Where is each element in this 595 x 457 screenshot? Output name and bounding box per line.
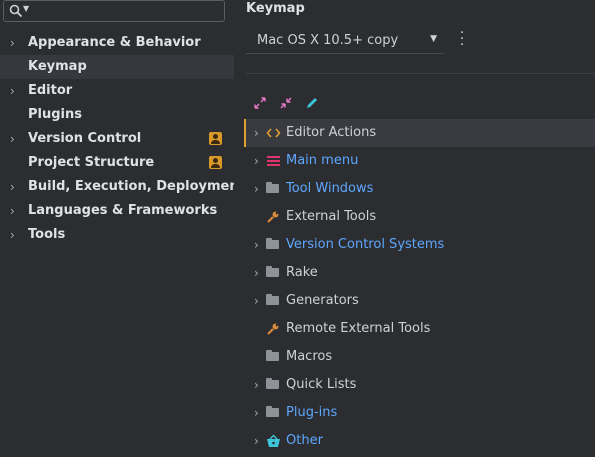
keymap-panel: Keymap Mac OS X 10.5+ copy ▼ · · · › Edito… (234, 0, 595, 457)
collapse-all-icon[interactable] (278, 95, 294, 111)
tree-row-other[interactable]: › Other (244, 427, 595, 455)
page-title: Keymap (246, 1, 305, 16)
sidebar-item-label: Plugins (28, 107, 82, 122)
expand-all-icon[interactable] (252, 95, 268, 111)
tree-row-tool-windows[interactable]: › Tool Windows (244, 175, 595, 203)
sidebar-item-label: Build, Execution, Deployment (28, 179, 245, 194)
search-options-dropdown-icon[interactable]: ▼ (23, 4, 29, 13)
tree-row-label: Tool Windows (286, 181, 374, 196)
chevron-right-icon[interactable]: › (254, 371, 259, 399)
folder-icon (266, 182, 279, 193)
tree-row-remote-external-tools[interactable]: Remote External Tools (244, 315, 595, 343)
tree-row-label: Editor Actions (286, 125, 377, 140)
tree-row-quick-lists[interactable]: › Quick Lists (244, 371, 595, 399)
basket-icon (267, 434, 280, 447)
menu-lines-icon (267, 156, 280, 166)
tree-row-rake[interactable]: › Rake (244, 259, 595, 287)
sidebar-item-build-execution-deployment[interactable]: › Build, Execution, Deployment (0, 175, 245, 199)
chevron-right-icon[interactable]: › (254, 287, 259, 315)
wrench-icon (267, 211, 279, 223)
chevron-right-icon[interactable]: › (10, 199, 15, 223)
chevron-down-icon: ▼ (430, 34, 437, 44)
tree-row-external-tools[interactable]: External Tools (244, 203, 595, 231)
tree-row-label: Remote External Tools (286, 321, 431, 336)
tree-row-label: Plug-ins (286, 405, 338, 420)
folder-icon (266, 294, 279, 305)
folder-icon (266, 266, 279, 277)
edit-shortcut-icon[interactable] (304, 95, 320, 111)
chevron-right-icon[interactable]: › (254, 147, 259, 175)
sidebar-item-tools[interactable]: › Tools (0, 223, 234, 247)
chevron-right-icon[interactable]: › (10, 31, 15, 55)
chevron-right-icon[interactable]: › (254, 427, 259, 455)
more-options-icon[interactable]: · · · (460, 27, 464, 52)
sidebar-item-editor[interactable]: › Editor (0, 79, 234, 103)
sidebar-item-languages-frameworks[interactable]: › Languages & Frameworks (0, 199, 234, 223)
wrench-icon (267, 323, 279, 335)
tree-row-label: Main menu (286, 153, 359, 168)
sidebar-item-keymap[interactable]: Keymap (0, 55, 234, 79)
tree-row-label: Macros (286, 349, 333, 364)
tree-row-label: Version Control Systems (286, 237, 445, 252)
settings-sidebar: ▼ › Appearance & Behavior Keymap › Edito… (0, 0, 245, 457)
sidebar-item-label: Editor (28, 83, 73, 98)
tree-row-version-control-systems[interactable]: › Version Control Systems (244, 231, 595, 259)
folder-icon (266, 350, 279, 361)
search-input[interactable]: ▼ (3, 0, 225, 22)
sidebar-item-label: Version Control (28, 131, 142, 146)
tree-row-generators[interactable]: › Generators (244, 287, 595, 315)
sidebar-item-label: Keymap (28, 59, 87, 74)
folder-icon (266, 378, 279, 389)
tree-row-macros[interactable]: Macros (244, 343, 595, 371)
keymap-dropdown-value: Mac OS X 10.5+ copy (257, 33, 399, 48)
chevron-right-icon[interactable]: › (10, 127, 15, 151)
tree-row-label: Generators (286, 293, 359, 308)
tree-row-plug-ins[interactable]: › Plug-ins (244, 399, 595, 427)
folder-icon (266, 406, 279, 417)
project-scope-icon (209, 132, 222, 145)
sidebar-item-label: Languages & Frameworks (28, 203, 218, 218)
chevron-right-icon[interactable]: › (254, 231, 259, 259)
keymap-dropdown[interactable]: Mac OS X 10.5+ copy ▼ (246, 28, 444, 54)
sidebar-item-version-control[interactable]: › Version Control (0, 127, 234, 151)
chevron-right-icon[interactable]: › (254, 259, 259, 287)
sidebar-item-label: Tools (28, 227, 66, 242)
folder-icon (266, 238, 279, 249)
project-scope-icon (209, 156, 222, 169)
sidebar-item-label: Appearance & Behavior (28, 35, 201, 50)
chevron-right-icon[interactable]: › (10, 223, 15, 247)
chevron-right-icon[interactable]: › (10, 175, 15, 199)
sidebar-item-plugins[interactable]: Plugins (0, 103, 234, 127)
sidebar-item-label: Project Structure (28, 155, 155, 170)
tree-row-label: Other (286, 433, 323, 448)
sidebar-item-appearance-behavior[interactable]: › Appearance & Behavior (0, 31, 234, 55)
tree-row-label: External Tools (286, 209, 377, 224)
chevron-right-icon[interactable]: › (254, 119, 259, 147)
search-icon (9, 4, 23, 18)
sidebar-item-project-structure[interactable]: Project Structure (0, 151, 234, 175)
chevron-right-icon[interactable]: › (10, 79, 15, 103)
chevron-right-icon[interactable]: › (254, 399, 259, 427)
code-brackets-icon (266, 128, 281, 138)
tree-row-editor-actions[interactable]: › Editor Actions (244, 119, 595, 147)
divider (246, 73, 595, 74)
chevron-right-icon[interactable]: › (254, 175, 259, 203)
tree-row-label: Rake (286, 265, 318, 280)
tree-row-main-menu[interactable]: › Main menu (244, 147, 595, 175)
tree-row-label: Quick Lists (286, 377, 357, 392)
